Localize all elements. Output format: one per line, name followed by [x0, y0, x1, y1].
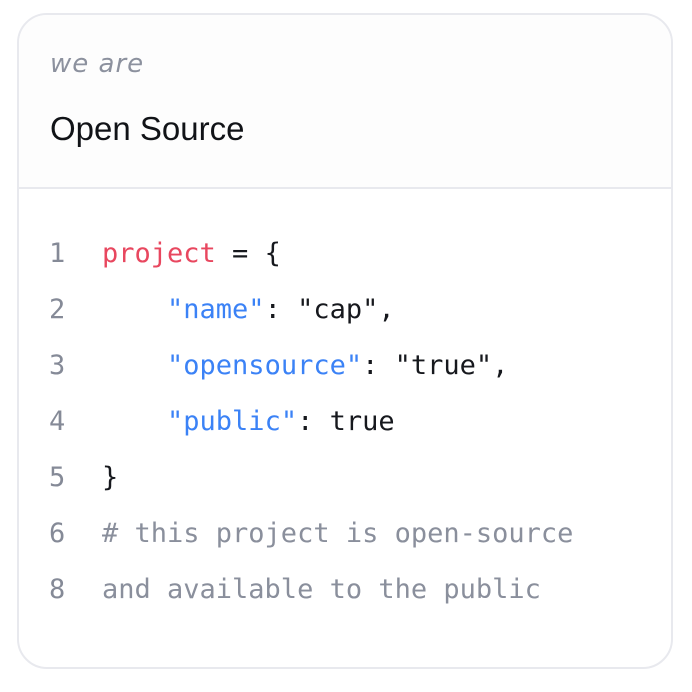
code-text: : true [297, 405, 395, 437]
code-line: 5 } [19, 449, 671, 505]
code-key: "name" [167, 293, 265, 325]
code-line: 4 "public": true [19, 393, 671, 449]
code-line: 2 "name": "cap", [19, 281, 671, 337]
card-header: we are Open Source [19, 15, 671, 189]
code-line: 3 "opensource": "true", [19, 337, 671, 393]
line-number: 2 [49, 293, 66, 325]
code-text: : "cap", [264, 293, 395, 325]
code-key: "opensource" [167, 349, 363, 381]
code-text: = { [215, 237, 281, 269]
code-line: 8 and available to the public [19, 561, 671, 617]
code-variable: project [102, 237, 216, 269]
card-title: Open Source [50, 110, 245, 147]
line-number: 1 [49, 237, 66, 269]
code-comment: and available to the public [102, 573, 541, 605]
line-number: 5 [49, 461, 66, 493]
code-block: 1 project = { 2 "name": "cap", 3 "openso… [19, 225, 671, 617]
code-key: "public" [167, 405, 298, 437]
line-number: 3 [49, 349, 66, 381]
code-text: } [102, 461, 119, 493]
code-line: 1 project = { [19, 225, 671, 281]
code-comment: # this project is open-source [102, 517, 574, 549]
line-number: 8 [49, 573, 66, 605]
code-line: 6 # this project is open-source [19, 505, 671, 561]
open-source-card: we are Open Source 1 project = { 2 "name… [17, 13, 673, 669]
eyebrow-text: we are [50, 49, 145, 79]
line-number: 4 [49, 405, 66, 437]
line-number: 6 [49, 517, 66, 549]
code-text: : "true", [362, 349, 509, 381]
